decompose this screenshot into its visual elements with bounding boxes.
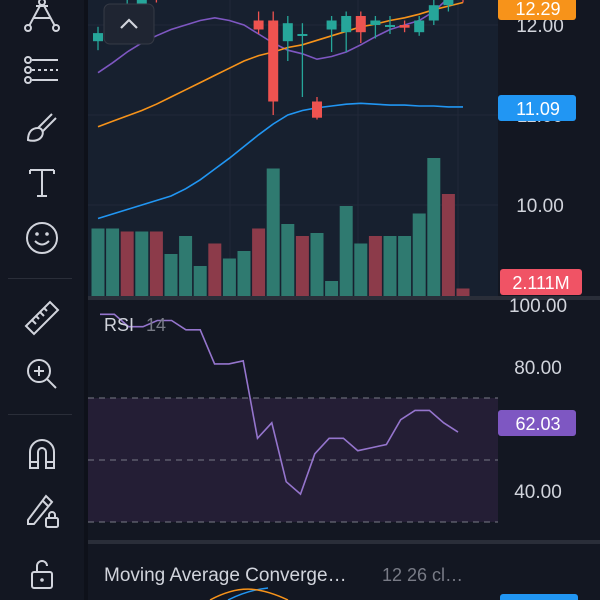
rsi-axis-label: 100.00: [509, 296, 567, 317]
volume-bar: [193, 266, 207, 296]
ma-price-label: 11.09: [516, 99, 560, 119]
emoji-tool[interactable]: [20, 216, 64, 260]
volume-bar: [222, 258, 236, 296]
volume-bar: [368, 236, 382, 296]
volume-bar: [398, 236, 412, 296]
toolbar-separator: [8, 278, 72, 279]
brush-tool[interactable]: [20, 104, 64, 148]
volume-bar: [456, 288, 470, 296]
ruler-tool-icon: [24, 300, 60, 336]
rsi-value-label: 62.03: [515, 414, 560, 434]
chart-area: 12.00 11.00 10.00 12.29 11.09 2.111M RSI…: [88, 0, 600, 600]
magnet-tool[interactable]: [20, 432, 64, 476]
price-axis-label: 10.00: [516, 196, 564, 217]
unlock-icon: [31, 560, 53, 589]
volume-bar: [325, 281, 339, 296]
pane-separator[interactable]: [88, 540, 600, 544]
macd-badge: [500, 594, 578, 600]
volume-bar: [179, 236, 193, 296]
volume-bar: [310, 233, 324, 296]
pattern-tool[interactable]: [20, 0, 64, 36]
collapse-button[interactable]: [103, 3, 155, 45]
rsi-period: 14: [146, 315, 166, 335]
volume-label: 2.111M: [512, 273, 569, 293]
lock-drawing-tool[interactable]: [20, 488, 64, 532]
trend-line-tool[interactable]: [20, 48, 64, 92]
rsi-axis-label: 40.00: [514, 482, 562, 503]
rsi-title: RSI: [104, 315, 134, 335]
volume-bar: [91, 228, 105, 296]
text-tool[interactable]: [20, 160, 64, 204]
macd-signal-line: [209, 588, 289, 600]
rsi-axis-label: 80.00: [514, 358, 562, 379]
unlock-tool[interactable]: [20, 552, 64, 596]
volume-bar: [252, 228, 266, 296]
volume-bar: [120, 231, 134, 296]
volume-bar: [441, 194, 455, 296]
brush-tool-icon: [26, 113, 57, 142]
volume-bar: [237, 251, 251, 296]
volume-bar: [281, 224, 295, 296]
toolbar-separator: [8, 414, 72, 415]
zoom-in-tool-icon: [27, 359, 57, 389]
volume-bar: [208, 243, 222, 296]
pattern-tool-icon: [24, 0, 60, 32]
volume-bar: [412, 213, 426, 296]
volume-bar: [354, 243, 368, 296]
volume-bar: [266, 168, 280, 296]
macd-title: Moving Average Converge…: [104, 565, 347, 586]
volume-bar: [135, 231, 149, 296]
zoom-in-tool[interactable]: [20, 352, 64, 396]
text-tool-icon: [29, 169, 55, 197]
magnet-tool-icon: [29, 439, 55, 469]
ruler-tool[interactable]: [20, 296, 64, 340]
lock-drawing-tool-icon: [27, 494, 59, 528]
volume-bar: [295, 236, 309, 296]
trading-chart-app: 12.00 11.00 10.00 12.29 11.09 2.111M RSI…: [0, 0, 600, 600]
drawing-toolbar: [0, 0, 84, 600]
volume-bar: [383, 236, 397, 296]
volume-bar: [106, 228, 120, 296]
emoji-tool-icon: [26, 222, 58, 254]
chart-canvas[interactable]: 12.00 11.00 10.00 12.29 11.09 2.111M RSI…: [88, 0, 600, 600]
volume-bar: [427, 158, 441, 296]
last-price-label: 12.29: [515, 0, 560, 19]
volume-bar: [164, 254, 178, 296]
macd-params: 12 26 cl…: [382, 565, 463, 585]
trend-line-tool-icon: [24, 56, 58, 84]
candle: [268, 11, 279, 115]
volume-bar: [339, 206, 353, 296]
volume-bar: [149, 231, 163, 296]
